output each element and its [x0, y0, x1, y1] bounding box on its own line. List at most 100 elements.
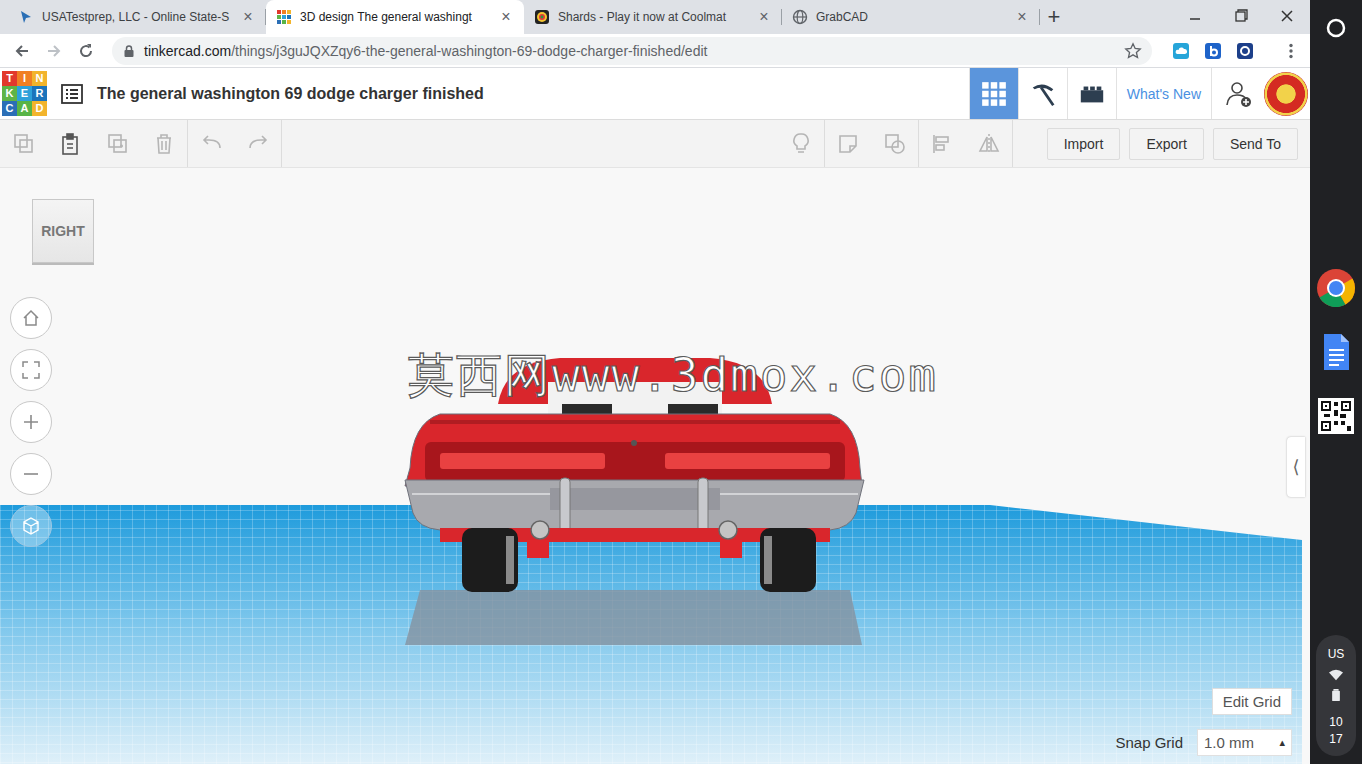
chrome-icon[interactable]: [1316, 268, 1356, 308]
logo-letter: T: [2, 71, 17, 86]
clock-hours: 10: [1329, 715, 1342, 729]
toolbar-button[interactable]: Import: [1047, 128, 1121, 160]
toolbar-button[interactable]: Export: [1129, 128, 1203, 160]
docs-icon[interactable]: [1316, 332, 1356, 372]
delete-icon: [152, 132, 176, 156]
close-window-icon[interactable]: [1264, 0, 1310, 32]
new-tab-button[interactable]: +: [1040, 0, 1068, 34]
redo-icon: [246, 132, 270, 156]
shape-button[interactable]: [825, 120, 872, 167]
bookmark-star-icon[interactable]: [1124, 42, 1142, 60]
tinkercad-logo[interactable]: TINKERCAD: [2, 71, 47, 116]
minus-icon: [21, 464, 41, 484]
align-button[interactable]: [919, 120, 966, 167]
tab-close-button[interactable]: ×: [756, 9, 772, 25]
cloud-extension-icon[interactable]: [1172, 42, 1190, 60]
logo-letter: C: [2, 101, 17, 116]
shape-icon: [836, 132, 860, 156]
tab-title: Shards - Play it now at Coolmat: [558, 10, 748, 24]
hole-button[interactable]: [872, 120, 919, 167]
duplicate-icon: [106, 132, 130, 156]
battery-icon: [1329, 689, 1343, 701]
menu-dots-icon[interactable]: [1282, 42, 1300, 60]
paste-button[interactable]: [47, 120, 94, 167]
dropdown-arrow: ▴: [1279, 736, 1285, 749]
browser-tab[interactable]: USATestprep, LLC - Online State-S×: [8, 0, 266, 34]
back-icon[interactable]: [12, 41, 32, 61]
b-extension-icon[interactable]: [1204, 42, 1222, 60]
tab-close-button[interactable]: ×: [498, 9, 514, 25]
snap-grid-value: 1.0 mm: [1204, 734, 1254, 751]
cube-icon: [21, 516, 41, 536]
watermark: 莫西网www.3dmox.com: [408, 350, 938, 401]
globe-icon: [792, 9, 808, 25]
redo-button[interactable]: [235, 120, 282, 167]
undo-button[interactable]: [188, 120, 235, 167]
logo-letter: I: [17, 71, 32, 86]
toolbar-button[interactable]: Send To: [1213, 128, 1298, 160]
view-cube[interactable]: RIGHT: [32, 199, 94, 263]
notes-button[interactable]: [778, 120, 825, 167]
snap-grid-dropdown[interactable]: 1.0 mm ▴: [1197, 729, 1292, 756]
forward-icon[interactable]: [44, 41, 64, 61]
tab-title: 3D design The general washingt: [300, 10, 490, 24]
tab-strip: USATestprep, LLC - Online State-S×3D des…: [0, 0, 1310, 34]
url-text: tinkercad.com/things/j3guJQXZqy6-the-gen…: [144, 43, 1116, 59]
browser-tab[interactable]: Shards - Play it now at Coolmat ×: [524, 0, 782, 34]
copy-button[interactable]: [0, 120, 47, 167]
navigation-buttons: [10, 297, 52, 547]
whats-new-link[interactable]: What's New: [1116, 68, 1212, 119]
browser-tab[interactable]: GrabCAD ×: [782, 0, 1040, 34]
mirror-icon: [977, 132, 1001, 156]
tab-close-button[interactable]: ×: [240, 9, 256, 25]
status-area[interactable]: US1017: [1316, 635, 1356, 756]
grid-view-button[interactable]: [969, 68, 1018, 119]
scene: [0, 168, 1310, 764]
fit-view-button[interactable]: [10, 349, 52, 391]
shield-extension-icon[interactable]: [1236, 42, 1254, 60]
car-model[interactable]: [405, 358, 864, 645]
wifi-icon: [1329, 669, 1343, 681]
zoom-in-button[interactable]: [10, 401, 52, 443]
zoom-out-button[interactable]: [10, 453, 52, 495]
launcher-icon[interactable]: [1324, 16, 1348, 40]
browser-window: USATestprep, LLC - Online State-S×3D des…: [0, 0, 1310, 764]
mirror-button[interactable]: [966, 120, 1013, 167]
browser-tab[interactable]: 3D design The general washingt ×: [266, 0, 524, 34]
logo-letter: D: [32, 101, 47, 116]
workplane-grid[interactable]: [0, 505, 1302, 764]
grid-icon: [980, 80, 1008, 108]
perspective-button[interactable]: [10, 505, 52, 547]
duplicate-button[interactable]: [94, 120, 141, 167]
tinkercad-icon: [276, 9, 292, 25]
snap-grid: Snap Grid1.0 mm▴: [1115, 729, 1292, 756]
logo-letter: E: [17, 86, 32, 101]
url-field[interactable]: tinkercad.com/things/j3guJQXZqy6-the-gen…: [112, 37, 1152, 65]
extensions: [1164, 42, 1300, 60]
add-user-icon[interactable]: [1224, 79, 1254, 109]
coolmath-icon: [534, 9, 550, 25]
minimize-icon[interactable]: [1172, 0, 1218, 32]
home-view-button[interactable]: [10, 297, 52, 339]
tab-title: GrabCAD: [816, 10, 1006, 24]
paste-icon: [59, 132, 83, 156]
home-icon: [21, 308, 41, 328]
delete-button[interactable]: [141, 120, 188, 167]
edit-grid-button[interactable]: Edit Grid: [1212, 688, 1292, 715]
workplane-canvas[interactable]: 莫西网www.3dmox.comRIGHT⟨Edit GridSnap Grid…: [0, 168, 1310, 764]
screen: USATestprep, LLC - Online State-S×3D des…: [0, 0, 1362, 764]
window-controls: [1172, 0, 1310, 32]
user-avatar[interactable]: [1264, 72, 1308, 116]
qr-code-icon[interactable]: [1316, 396, 1356, 436]
design-list-icon[interactable]: [61, 84, 83, 104]
build-view-button[interactable]: [1018, 68, 1067, 119]
cursor-icon: [18, 9, 34, 25]
bricks-view-button[interactable]: [1067, 68, 1116, 119]
restore-icon[interactable]: [1218, 0, 1264, 32]
tab-close-button[interactable]: ×: [1014, 9, 1030, 25]
reload-icon[interactable]: [76, 41, 96, 61]
panel-collapse-tab[interactable]: ⟨: [1287, 437, 1305, 497]
bricks-icon: [1078, 80, 1106, 108]
design-title[interactable]: The general washington 69 dodge charger …: [97, 85, 484, 103]
undo-icon: [200, 132, 224, 156]
